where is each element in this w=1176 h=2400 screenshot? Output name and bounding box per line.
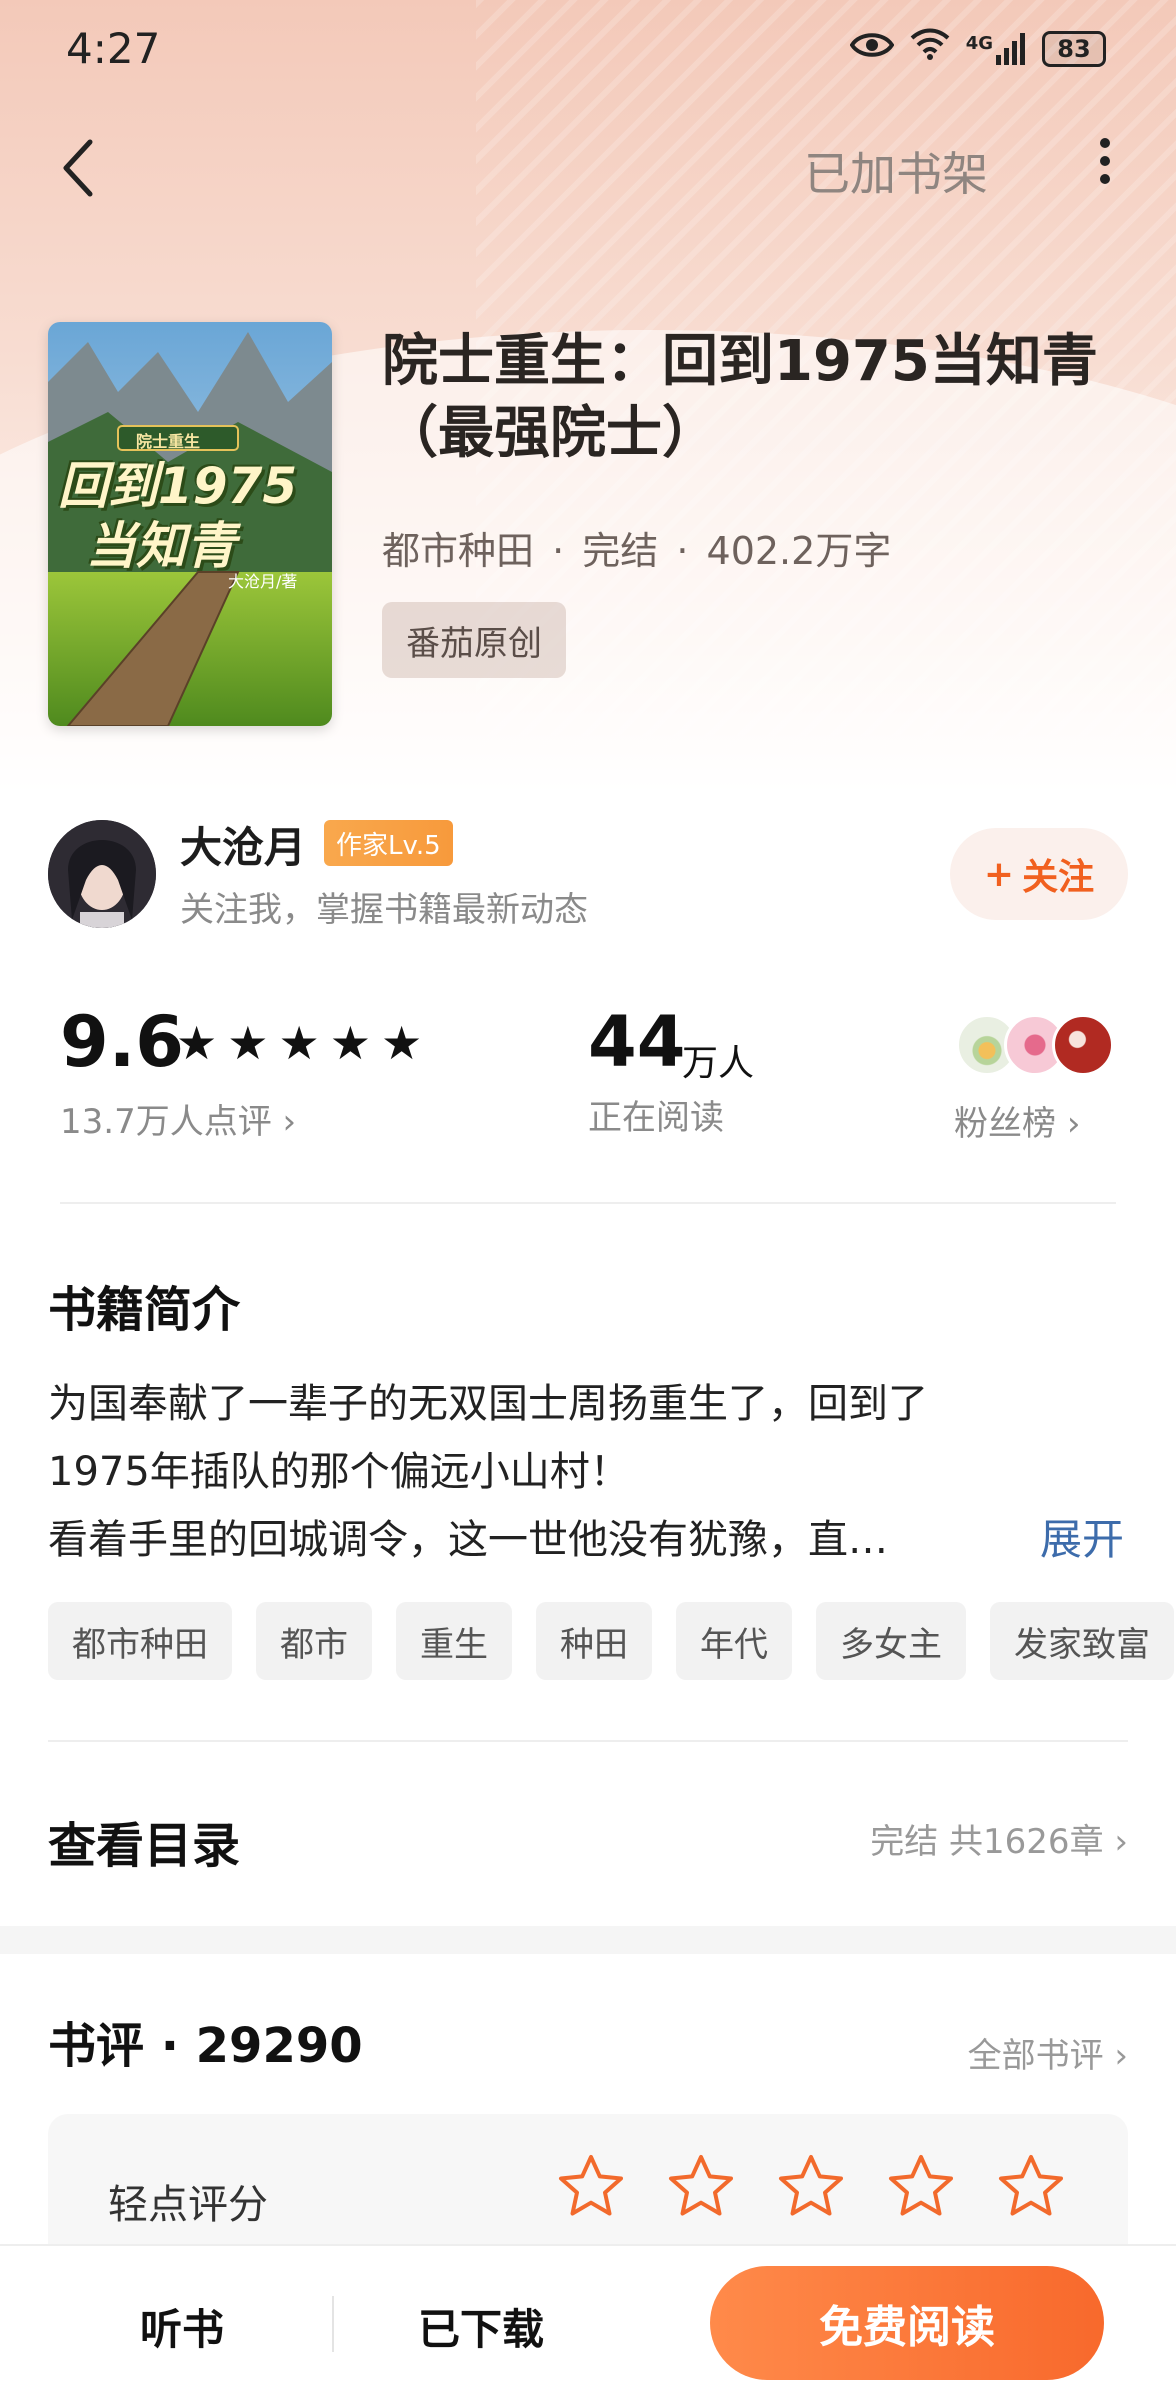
- author-name[interactable]: 大沧月: [180, 814, 306, 875]
- section-gap: [0, 1926, 1176, 1954]
- chevron-right-icon: ›: [1114, 2036, 1128, 2076]
- signal-icon: 4G: [965, 32, 1026, 65]
- follow-label: 关注: [1022, 857, 1095, 898]
- star-icon: ★: [381, 1016, 423, 1070]
- star-outline-icon[interactable]: [996, 2152, 1066, 2222]
- cover-author: 大沧月/著: [228, 572, 298, 591]
- author-level-badge: 作家Lv.5: [324, 820, 453, 866]
- fans-label: 粉丝榜: [954, 1104, 1056, 1144]
- divider: [60, 1202, 1116, 1204]
- more-menu-button[interactable]: [1090, 130, 1120, 200]
- divider: [48, 1740, 1128, 1742]
- network-label: 4G: [965, 32, 993, 54]
- tag-list: 都市种田 都市 重生 种田 年代 多女主 发家致富: [48, 1602, 1176, 1682]
- tag-chip[interactable]: 都市: [256, 1602, 372, 1680]
- rating-stars: ★ ★ ★ ★ ★: [176, 1018, 422, 1068]
- star-icon: ★: [227, 1016, 269, 1070]
- cover-title-line3: 当知青: [86, 517, 236, 575]
- author-avatar[interactable]: [48, 820, 156, 928]
- book-meta: 都市种田 · 完结 · 402.2万字: [382, 529, 892, 573]
- toc-summary-link[interactable]: 完结 共1626章 ›: [870, 1814, 1128, 1863]
- intro-line: 为国奉献了一辈子的无双国士周扬重生了，回到了: [48, 1381, 928, 1427]
- book-cover[interactable]: 院士重生 回到1975 当知青 大沧月/著: [48, 322, 332, 726]
- intro-line: 看着手里的回城调令，这一世他没有犹豫，直…: [48, 1517, 888, 1563]
- intro-heading: 书籍简介: [48, 1282, 241, 1338]
- tag-chip[interactable]: 重生: [396, 1602, 512, 1680]
- rating-score: 9.6: [60, 1001, 185, 1083]
- tag-chip[interactable]: 种田: [536, 1602, 652, 1680]
- tag-chip[interactable]: 发家致富: [990, 1602, 1174, 1680]
- star-outline-icon[interactable]: [886, 2152, 956, 2222]
- tag-chip[interactable]: 多女主: [816, 1602, 966, 1680]
- book-category: 都市种田: [382, 529, 535, 573]
- fan-avatar: [1052, 1014, 1114, 1076]
- author-subtitle: 关注我，掌握书籍最新动态: [180, 890, 588, 930]
- toc-summary: 完结 共1626章: [870, 1822, 1104, 1862]
- rate-label: 轻点评分: [108, 2182, 268, 2228]
- more-dot: [1100, 138, 1110, 148]
- added-to-shelf-button[interactable]: 已加书架: [804, 138, 988, 204]
- review-count-link[interactable]: 13.7万人点评 ›: [60, 1094, 296, 1143]
- tag-chip[interactable]: 都市种田: [48, 1602, 232, 1680]
- avatar-image: [48, 820, 156, 928]
- fans-ranking-link[interactable]: 粉丝榜 ›: [954, 1096, 1080, 1145]
- listen-button[interactable]: 听书: [140, 2296, 224, 2357]
- all-reviews-link[interactable]: 全部书评 ›: [968, 2028, 1128, 2077]
- readers-unit: 万人: [682, 1043, 755, 1084]
- battery-indicator: 83: [1042, 30, 1106, 67]
- downloaded-button[interactable]: 已下载: [418, 2296, 544, 2357]
- readers-count: 44: [588, 1001, 686, 1083]
- reviews-heading: 书评 · 29290: [48, 2018, 363, 2074]
- chevron-left-icon: [63, 139, 93, 197]
- original-badge[interactable]: 番茄原创: [382, 602, 566, 678]
- all-reviews-label: 全部书评: [967, 2036, 1104, 2076]
- rate-stars: [556, 2152, 1066, 2222]
- free-read-button[interactable]: 免费阅读: [710, 2266, 1104, 2380]
- expand-button[interactable]: 展开: [1040, 1506, 1124, 1567]
- star-outline-icon[interactable]: [776, 2152, 846, 2222]
- fans-avatars[interactable]: [956, 1014, 1114, 1076]
- status-bar: 4:27 4G 83: [0, 0, 1176, 100]
- intro-text: 为国奉献了一辈子的无双国士周扬重生了，回到了 1975年插队的那个偏远小山村！ …: [48, 1370, 1048, 1574]
- status-icons: 4G 83: [849, 28, 1106, 69]
- book-title: 院士重生：回到1975当知青（最强院士）: [382, 329, 1098, 466]
- more-dot: [1100, 174, 1110, 184]
- wifi-icon: [910, 28, 950, 69]
- chevron-right-icon: ›: [1066, 1104, 1081, 1144]
- tag-chip[interactable]: 年代: [676, 1602, 792, 1680]
- star-outline-icon[interactable]: [556, 2152, 626, 2222]
- more-dot: [1100, 156, 1110, 166]
- chevron-right-icon: ›: [282, 1102, 297, 1142]
- eye-icon: [849, 28, 895, 69]
- star-icon: ★: [278, 1016, 320, 1070]
- back-button[interactable]: [50, 128, 110, 208]
- book-word-count: 402.2万字: [706, 529, 892, 573]
- star-icon: ★: [176, 1016, 218, 1070]
- review-count: 13.7万人点评: [60, 1102, 272, 1142]
- status-time: 4:27: [66, 24, 161, 73]
- book-status: 完结: [582, 529, 659, 573]
- readers-label: 正在阅读: [588, 1098, 724, 1138]
- star-icon: ★: [329, 1016, 371, 1070]
- star-outline-icon[interactable]: [666, 2152, 736, 2222]
- chevron-right-icon: ›: [1114, 1822, 1128, 1862]
- follow-button[interactable]: + 关注: [950, 828, 1128, 920]
- plus-icon: +: [983, 853, 1015, 895]
- intro-line: 1975年插队的那个偏远小山村！: [48, 1449, 630, 1495]
- divider: [332, 2296, 334, 2352]
- toc-heading[interactable]: 查看目录: [48, 1806, 240, 1876]
